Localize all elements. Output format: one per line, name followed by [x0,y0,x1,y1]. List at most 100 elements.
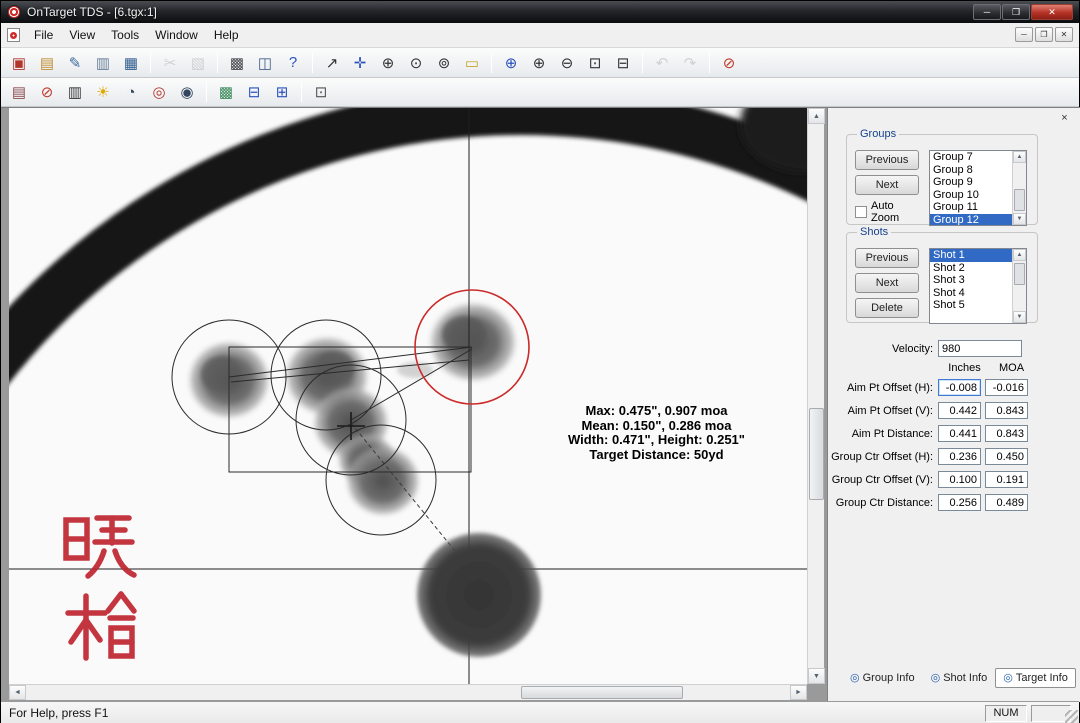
detect-shots-icon[interactable]: ⊙ [403,51,429,75]
mdi-restore-button[interactable]: ❐ [1035,27,1053,42]
tab-shot-info[interactable]: ◎ Shot Info [923,668,996,688]
close-button[interactable]: ✕ [1031,4,1073,20]
horizontal-scrollbar[interactable]: ◄ ► [9,684,807,700]
group-ctr-distance-moa[interactable] [985,494,1028,511]
shots-delete-button[interactable]: Delete [855,298,919,318]
groups-scroll-down-icon[interactable]: ▼ [1013,213,1026,225]
groups-list[interactable]: Group 7 Group 8 Group 9 Group 10 Group 1… [929,150,1027,226]
document-icon[interactable] [7,28,20,42]
group-list-item[interactable]: Group 8 [930,164,1012,177]
menu-file[interactable]: File [26,25,61,45]
restore-button[interactable]: ❐ [1002,4,1030,20]
ring-size-icon[interactable]: ◉ [174,80,200,104]
groups-scroll-up-icon[interactable]: ▲ [1013,151,1026,163]
ruler-icon[interactable]: ▭ [459,51,485,75]
calculator-icon[interactable]: ⊡ [308,80,334,104]
status-message: For Help, press F1 [9,706,109,720]
print-color-icon[interactable]: ▩ [213,80,239,104]
edit-target-icon[interactable]: ✎ [62,51,88,75]
aim-pt-offset-v-inches[interactable] [938,402,981,419]
mdi-close-button[interactable]: ✕ [1055,27,1073,42]
group-info-icon: ◎ [850,672,860,684]
groups-previous-button[interactable]: Previous [855,150,919,170]
auto-zoom-checkbox[interactable] [855,206,867,218]
groups-scroll-thumb[interactable] [1014,189,1025,211]
vertical-scrollbar[interactable]: ▲ ▼ [807,108,825,684]
aim-point-icon[interactable]: ✛ [347,51,373,75]
copy-icon: ▧ [190,54,206,72]
hide-overlays-icon[interactable]: ⊘ [34,80,60,104]
aim-pt-offset-h-inches[interactable] [938,379,981,396]
tab-group-info[interactable]: ◎ Group Info [842,668,923,688]
group-ctr-distance-inches[interactable] [938,494,981,511]
print-setup-icon[interactable]: ▥ [90,51,116,75]
menu-view[interactable]: View [61,25,103,45]
shot-list-item-selected[interactable]: Shot 1 [930,249,1012,262]
cancel-icon[interactable]: ⊘ [716,51,742,75]
group-ctr-offset-h-moa[interactable] [985,448,1028,465]
auto-measure-icon[interactable]: ⊕ [375,51,401,75]
shots-scroll-thumb[interactable] [1014,263,1025,285]
scroll-up-icon[interactable]: ▲ [808,108,825,124]
group-list-item[interactable]: Group 7 [930,151,1012,164]
aim-pt-distance-moa[interactable] [985,425,1028,442]
help-icon[interactable]: ? [280,51,306,75]
group-list-item[interactable]: Group 10 [930,189,1012,202]
bullet-diameter-icon[interactable]: ◎ [146,80,172,104]
shots-list[interactable]: Shot 1 Shot 2 Shot 3 Shot 4 Shot 5 ▲ ▼ [929,248,1027,324]
group-list-item[interactable]: Group 9 [930,176,1012,189]
shot-marker-icon[interactable]: ↗ [319,51,345,75]
groups-next-button[interactable]: Next [855,175,919,195]
aim-pt-distance-inches[interactable] [938,425,981,442]
resize-grip[interactable] [1065,710,1078,723]
group-list-item-selected[interactable]: Group 12 [930,213,1012,225]
menu-help[interactable]: Help [206,25,247,45]
shot-panel-icon[interactable]: ⊞ [269,80,295,104]
group-ctr-offset-h-inches[interactable] [938,448,981,465]
scroll-down-icon[interactable]: ▼ [808,668,825,684]
calibration-icon[interactable]: ▥ [62,80,88,104]
group-panel-icon[interactable]: ⊟ [241,80,267,104]
group-ctr-offset-v-moa[interactable] [985,471,1028,488]
shots-previous-button[interactable]: Previous [855,248,919,268]
timer-icon[interactable]: ◔ [118,80,144,104]
velocity-input[interactable] [938,340,1022,357]
shot-list-item[interactable]: Shot 5 [930,299,1012,312]
magnify-region-icon[interactable]: ⊚ [431,51,457,75]
shots-next-button[interactable]: Next [855,273,919,293]
vertical-scroll-thumb[interactable] [809,408,824,500]
shots-scroll-up-icon[interactable]: ▲ [1013,249,1026,261]
panel-close-icon[interactable]: × [1057,111,1072,125]
print-icon[interactable]: ▩ [224,51,250,75]
tab-target-info[interactable]: ◎ Target Info [995,668,1076,688]
print-report-icon[interactable]: ▤ [6,80,32,104]
save-target-icon[interactable]: ▦ [118,51,144,75]
menu-window[interactable]: Window [147,25,206,45]
horizontal-scroll-thumb[interactable] [521,686,683,699]
print-preview-icon[interactable]: ◫ [252,51,278,75]
shots-scroll-down-icon[interactable]: ▼ [1013,311,1026,323]
row-label: Aim Pt Distance: [851,427,933,440]
open-target-icon[interactable]: ▤ [34,51,60,75]
minimize-button[interactable]: ─ [973,4,1001,20]
target-canvas[interactable]: Max: 0.475", 0.907 moa Mean: 0.150", 0.2… [9,108,807,684]
new-target-icon[interactable]: ▣ [6,51,32,75]
shot-list-item[interactable]: Shot 3 [930,274,1012,287]
brightness-icon[interactable]: ☀ [90,80,116,104]
group-list-item[interactable]: Group 11 [930,201,1012,214]
zoom-in-icon[interactable]: ⊕ [498,51,524,75]
menu-tools[interactable]: Tools [103,25,147,45]
scroll-right-icon[interactable]: ► [790,685,807,700]
zoom-window-icon[interactable]: ⊟ [610,51,636,75]
zoom-plus-icon[interactable]: ⊕ [526,51,552,75]
shot-list-item[interactable]: Shot 2 [930,262,1012,275]
aim-pt-offset-v-moa[interactable] [985,402,1028,419]
scroll-left-icon[interactable]: ◄ [9,685,26,700]
aim-pt-offset-h-moa[interactable] [985,379,1028,396]
group-ctr-offset-v-inches[interactable] [938,471,981,488]
zoom-fit-icon[interactable]: ⊡ [582,51,608,75]
zoom-out-icon[interactable]: ⊖ [554,51,580,75]
shot-list-item[interactable]: Shot 4 [930,287,1012,300]
horizontal-scroll-track[interactable] [26,685,790,700]
mdi-minimize-button[interactable]: ─ [1015,27,1033,42]
